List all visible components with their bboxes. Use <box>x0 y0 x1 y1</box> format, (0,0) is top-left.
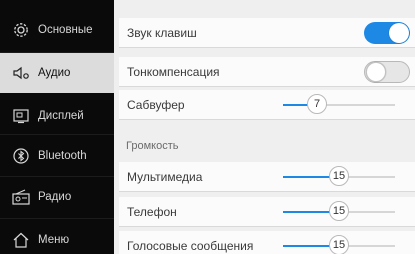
voice-messages-volume-row: Голосовые сообщения 15 <box>119 231 415 254</box>
key-sound-toggle[interactable] <box>364 22 410 44</box>
radio-icon <box>12 188 30 206</box>
voice-messages-label: Голосовые сообщения <box>127 239 254 253</box>
loudness-toggle[interactable] <box>364 61 410 83</box>
sidebar-item-label: Меню <box>38 234 70 246</box>
divider <box>0 218 114 219</box>
divider <box>0 134 114 135</box>
audio-settings-screen: Основные Аудио Дисплей Bluetooth Радио М… <box>0 0 415 254</box>
sidebar-item-label: Дисплей <box>38 110 84 122</box>
phone-volume-row: Телефон 15 <box>119 197 415 227</box>
subwoofer-label: Сабвуфер <box>127 98 185 112</box>
audio-settings-panel: Звук клавиш Тонкомпенсация Сабвуфер 7 Гр… <box>114 0 415 254</box>
multimedia-volume-slider[interactable]: 15 <box>283 166 395 186</box>
loudness-row: Тонкомпенсация <box>119 57 415 87</box>
multimedia-label: Мультимедиа <box>127 170 203 184</box>
toggle-knob <box>366 62 386 82</box>
voice-messages-volume-slider[interactable]: 15 <box>283 235 395 254</box>
sidebar-item-label: Радио <box>38 191 72 203</box>
sidebar-item-audio[interactable]: Аудио <box>0 53 114 93</box>
phone-label: Телефон <box>127 205 177 219</box>
sidebar-item-display[interactable]: Дисплей <box>0 96 114 136</box>
bluetooth-icon <box>12 147 30 165</box>
slider-thumb[interactable]: 7 <box>307 94 327 114</box>
key-sound-label: Звук клавиш <box>127 26 197 40</box>
display-icon <box>12 107 30 125</box>
volume-section-header: Громкость <box>126 140 179 152</box>
home-icon <box>12 231 30 249</box>
sidebar-item-label: Основные <box>38 24 93 36</box>
slider-thumb[interactable]: 15 <box>329 235 349 254</box>
sidebar-item-general[interactable]: Основные <box>0 10 114 50</box>
key-sound-row: Звук клавиш <box>119 18 415 48</box>
multimedia-volume-row: Мультимедиа 15 <box>119 162 415 192</box>
toggle-knob <box>389 23 409 43</box>
loudness-label: Тонкомпенсация <box>127 65 220 79</box>
sidebar-item-radio[interactable]: Радио <box>0 177 114 217</box>
slider-thumb[interactable]: 15 <box>329 166 349 186</box>
subwoofer-slider[interactable]: 7 <box>283 94 395 114</box>
speaker-icon <box>12 64 30 82</box>
slider-thumb[interactable]: 15 <box>329 201 349 221</box>
phone-volume-slider[interactable]: 15 <box>283 201 395 221</box>
sidebar-item-bluetooth[interactable]: Bluetooth <box>0 136 114 176</box>
settings-sidebar: Основные Аудио Дисплей Bluetooth Радио М… <box>0 0 114 254</box>
gear-icon <box>12 21 30 39</box>
sidebar-item-label: Аудио <box>38 67 71 79</box>
sidebar-item-menu[interactable]: Меню <box>0 220 114 254</box>
subwoofer-row: Сабвуфер 7 <box>119 90 415 120</box>
sidebar-item-label: Bluetooth <box>38 150 87 162</box>
